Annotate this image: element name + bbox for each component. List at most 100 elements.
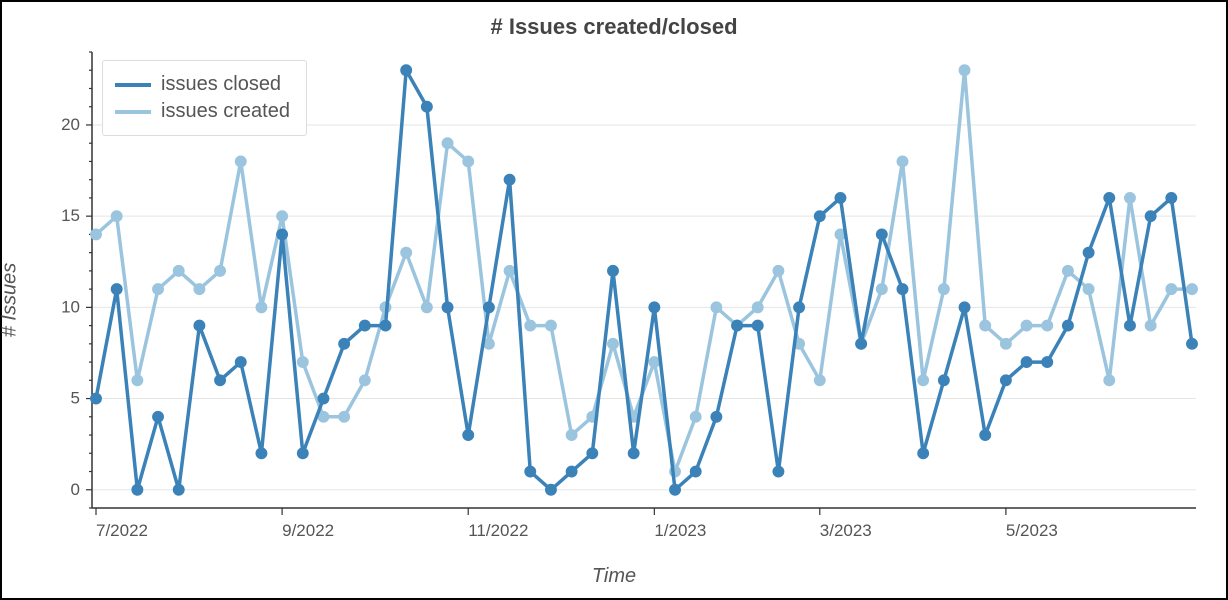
y-tick-label: 5 — [71, 389, 80, 408]
data-point — [381, 321, 389, 329]
data-point — [547, 486, 555, 494]
data-point — [1188, 285, 1196, 293]
data-point — [567, 431, 575, 439]
data-point — [919, 376, 927, 384]
data-point — [878, 230, 886, 238]
data-point — [898, 157, 906, 165]
data-point — [547, 321, 555, 329]
data-point — [257, 303, 265, 311]
data-point — [567, 467, 575, 475]
data-point — [1043, 358, 1051, 366]
y-axis-label: # Issues — [0, 263, 22, 337]
data-point — [278, 212, 286, 220]
data-point — [402, 66, 410, 74]
data-point — [671, 486, 679, 494]
x-tick-label: 7/2022 — [96, 521, 148, 540]
data-point — [1022, 358, 1030, 366]
data-point — [857, 340, 865, 348]
x-tick-label: 1/2023 — [654, 521, 706, 540]
data-point — [712, 303, 720, 311]
data-point — [526, 467, 534, 475]
data-point — [402, 248, 410, 256]
legend-label-created: issues created — [161, 100, 290, 123]
data-point — [1084, 248, 1092, 256]
data-point — [1146, 212, 1154, 220]
y-tick-label: 20 — [61, 115, 80, 134]
data-point — [237, 358, 245, 366]
data-point — [133, 376, 141, 384]
legend-label-closed: issues closed — [161, 73, 281, 96]
legend-item-created: issues created — [115, 98, 290, 125]
data-point — [754, 303, 762, 311]
data-point — [691, 413, 699, 421]
data-point — [505, 175, 513, 183]
data-point — [443, 303, 451, 311]
data-point — [92, 230, 100, 238]
data-point — [836, 230, 844, 238]
chart-title: # Issues created/closed — [2, 14, 1226, 40]
data-point — [154, 413, 162, 421]
data-point — [774, 467, 782, 475]
data-point — [1022, 321, 1030, 329]
data-point — [1064, 321, 1072, 329]
data-point — [940, 376, 948, 384]
chart-container: # Issues created/closed # Issues Time is… — [0, 0, 1228, 600]
data-point — [1167, 285, 1175, 293]
data-point — [588, 449, 596, 457]
legend-swatch-created — [115, 110, 151, 114]
data-point — [1126, 321, 1134, 329]
data-point — [154, 285, 162, 293]
data-point — [960, 66, 968, 74]
data-point — [940, 285, 948, 293]
data-point — [175, 267, 183, 275]
data-point — [1188, 340, 1196, 348]
y-tick-label: 10 — [61, 297, 80, 316]
data-point — [919, 449, 927, 457]
data-point — [981, 321, 989, 329]
data-point — [1105, 376, 1113, 384]
data-point — [981, 431, 989, 439]
data-point — [712, 413, 720, 421]
x-tick-label: 11/2022 — [468, 521, 528, 540]
data-point — [526, 321, 534, 329]
x-tick-label: 3/2023 — [820, 521, 872, 540]
data-point — [609, 267, 617, 275]
data-point — [1126, 194, 1134, 202]
data-point — [112, 212, 120, 220]
data-point — [1002, 376, 1010, 384]
data-point — [650, 303, 658, 311]
data-point — [609, 340, 617, 348]
x-tick-label: 5/2023 — [1006, 521, 1058, 540]
y-tick-label: 0 — [71, 480, 80, 499]
data-point — [464, 431, 472, 439]
x-tick-label: 9/2022 — [282, 521, 334, 540]
data-point — [485, 340, 493, 348]
data-point — [774, 267, 782, 275]
data-point — [691, 467, 699, 475]
data-point — [112, 285, 120, 293]
data-point — [340, 413, 348, 421]
data-point — [1043, 321, 1051, 329]
data-point — [464, 157, 472, 165]
data-point — [650, 358, 658, 366]
data-point — [1002, 340, 1010, 348]
data-point — [1146, 321, 1154, 329]
data-point — [836, 194, 844, 202]
x-axis-label: Time — [2, 565, 1226, 588]
data-point — [319, 394, 327, 402]
data-point — [195, 285, 203, 293]
data-point — [816, 212, 824, 220]
data-point — [878, 285, 886, 293]
data-point — [1064, 267, 1072, 275]
data-point — [216, 376, 224, 384]
data-point — [257, 449, 265, 457]
data-point — [175, 486, 183, 494]
data-point — [361, 376, 369, 384]
data-point — [754, 321, 762, 329]
data-point — [443, 139, 451, 147]
data-point — [898, 285, 906, 293]
data-point — [319, 413, 327, 421]
data-point — [733, 321, 741, 329]
legend: issues closed issues created — [102, 60, 307, 136]
data-point — [1105, 194, 1113, 202]
